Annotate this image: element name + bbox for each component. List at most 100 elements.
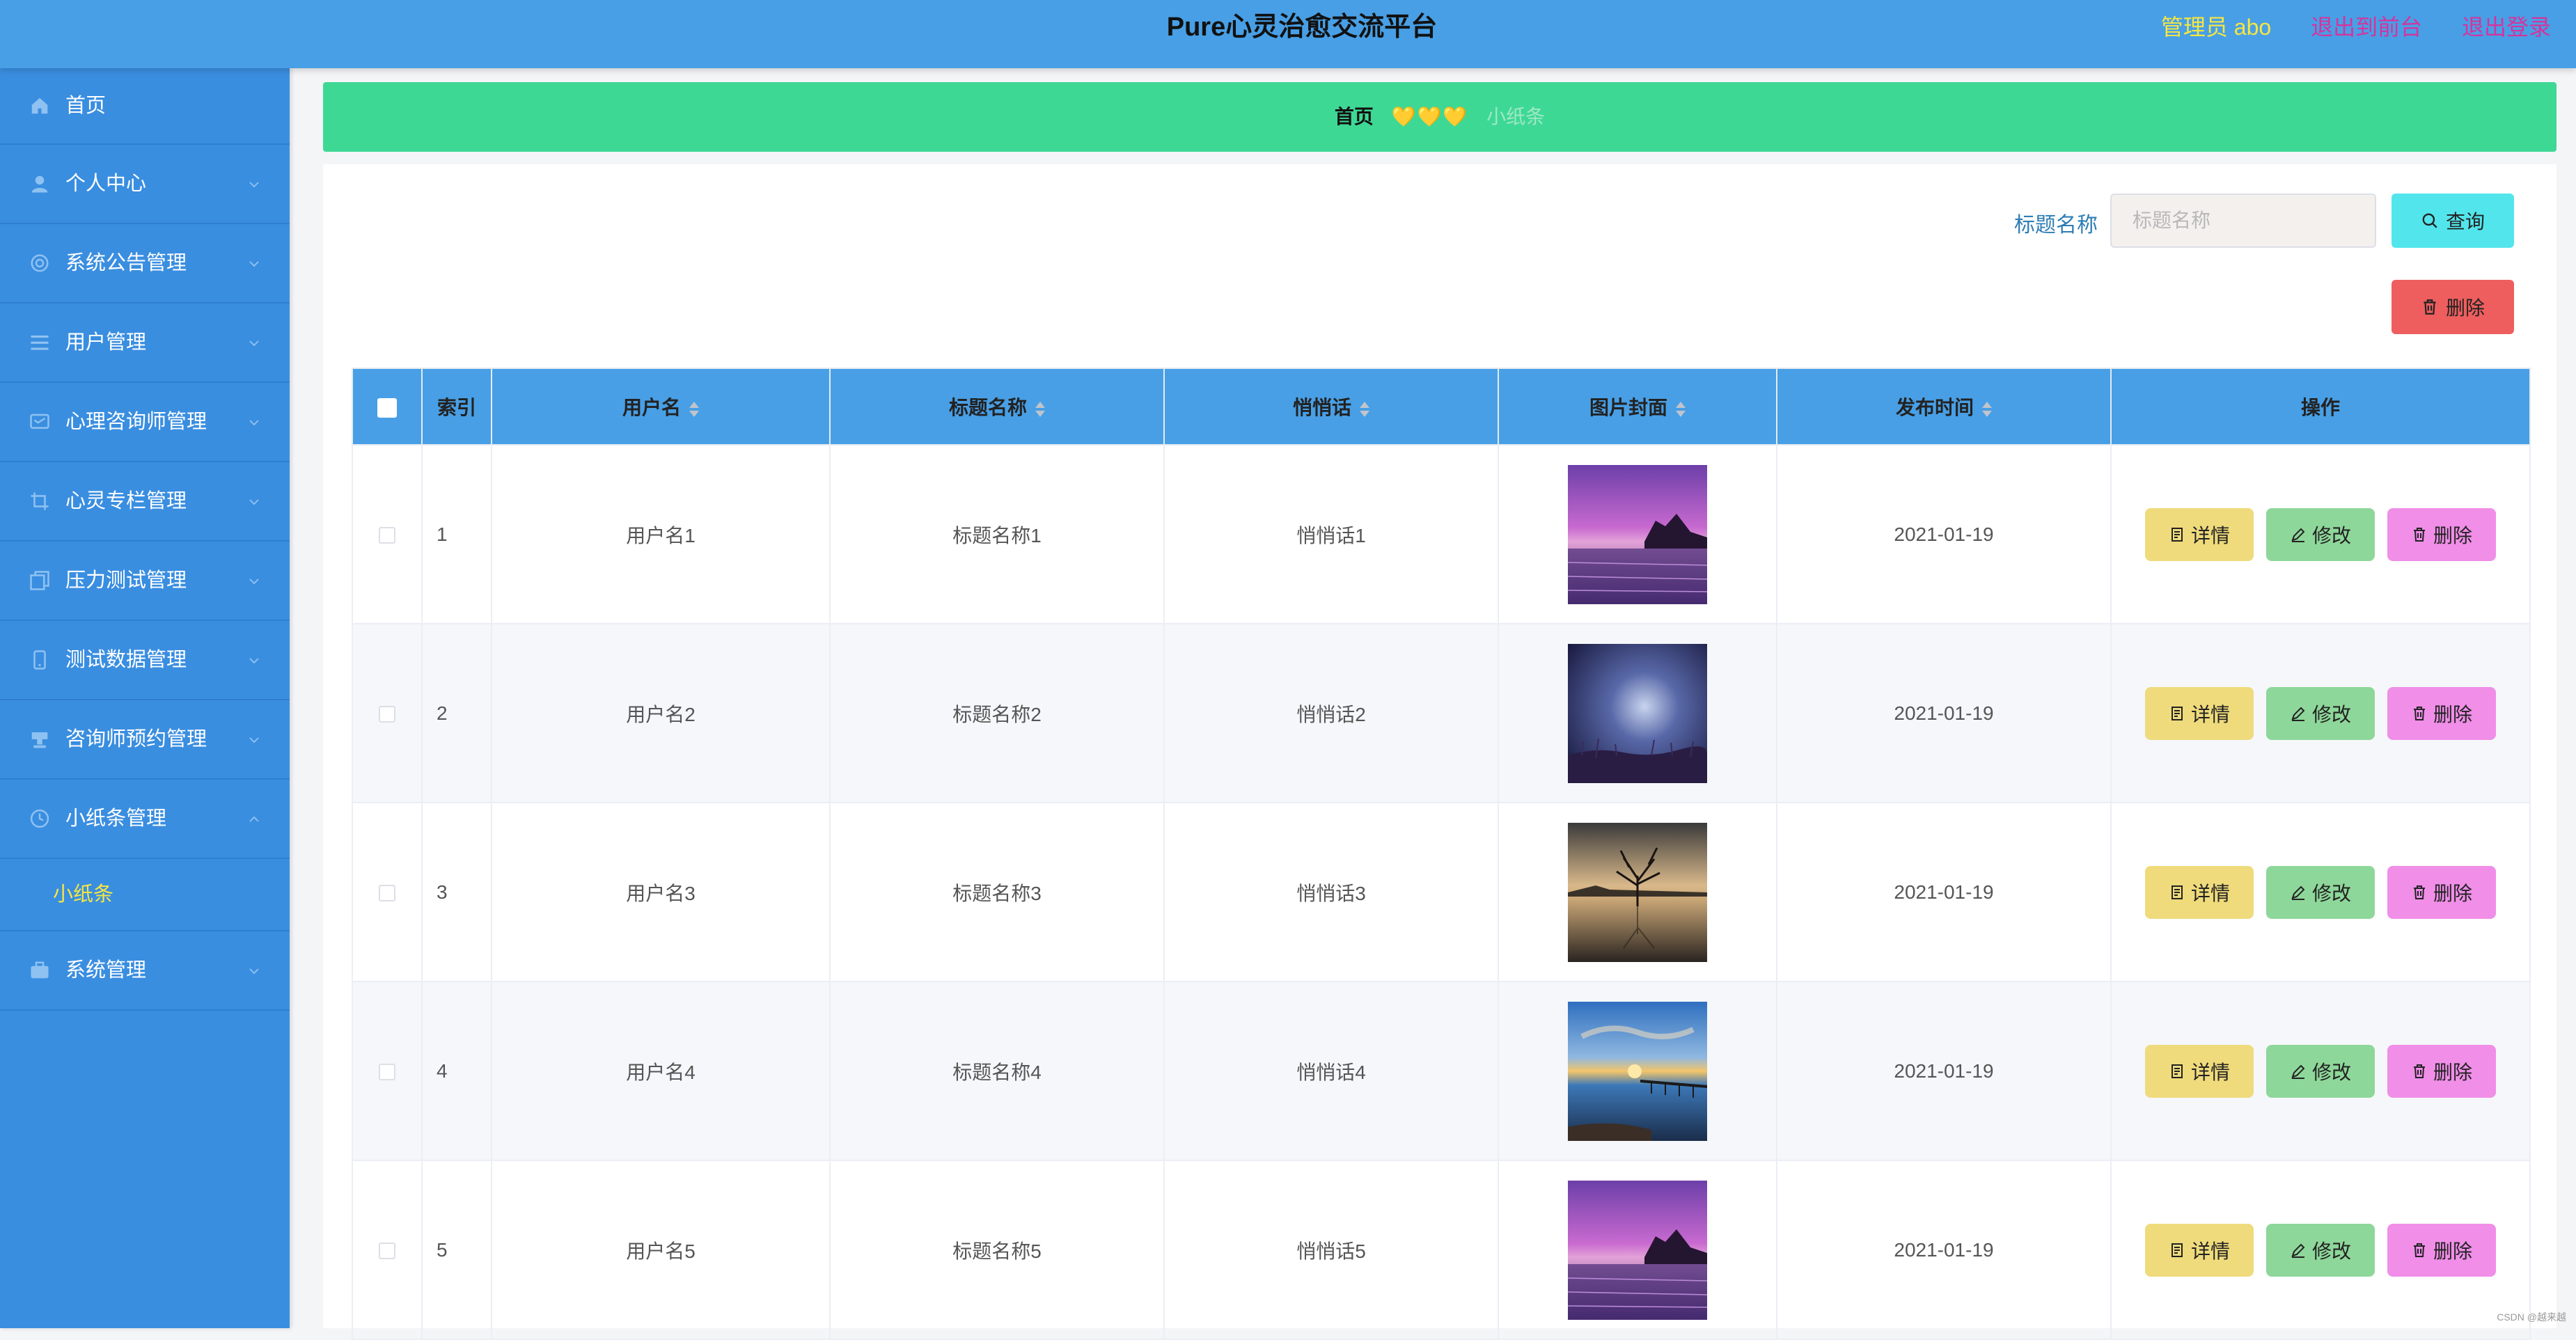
delete-button[interactable]: 删除: [2387, 686, 2496, 740]
cell-ops: 详情 修改 删除: [2110, 802, 2531, 982]
sort-icon[interactable]: [1981, 400, 1992, 418]
row-checkbox[interactable]: [379, 885, 395, 902]
sidebar-item-system[interactable]: 系统管理: [0, 931, 290, 1011]
sidebar-item-label: 首页: [65, 95, 107, 117]
sidebar-item-counselors[interactable]: 心理咨询师管理: [0, 383, 290, 462]
edit-label: 修改: [2311, 703, 2351, 725]
breadcrumb-home[interactable]: 首页: [1335, 106, 1374, 127]
cover-image-lake-tree[interactable]: [1568, 822, 1707, 962]
row-checkbox[interactable]: [379, 706, 395, 723]
document-icon: [2171, 706, 2183, 720]
edit-button[interactable]: 修改: [2266, 1223, 2375, 1277]
delete-button[interactable]: 删除: [2387, 1223, 2496, 1277]
table-row: 5 用户名5 标题名称5 悄悄话5 2021-01-19 详情 修改 删除: [352, 1160, 2531, 1340]
chevron-down-icon: [249, 968, 259, 975]
detail-button[interactable]: 详情: [2145, 507, 2254, 561]
edit-label: 修改: [2311, 1240, 2351, 1262]
logout-link[interactable]: 退出登录: [2462, 15, 2551, 40]
column-header-cover[interactable]: 图片封面: [1498, 368, 1777, 446]
cell-cover: [1498, 444, 1777, 624]
sidebar-item-stress-test[interactable]: 压力测试管理: [0, 542, 290, 621]
query-button-label: 查询: [2445, 211, 2485, 232]
table-header-row: 索引 用户名 标题名称 悄悄话 图片封面 发布时间 操作: [352, 368, 2531, 446]
crop-icon: [31, 492, 49, 510]
column-header-label: 发布时间: [1895, 397, 1974, 418]
cell-cover: [1498, 1160, 1777, 1340]
column-header-whisper[interactable]: 悄悄话: [1163, 368, 1499, 446]
cell-time: 2021-01-19: [1776, 623, 2112, 803]
cover-image-night-sky-meadow[interactable]: [1568, 643, 1707, 783]
delete-button[interactable]: 删除: [2387, 507, 2496, 561]
query-button[interactable]: 查询: [2392, 194, 2514, 248]
detail-button[interactable]: 详情: [2145, 1044, 2254, 1098]
cover-image-sunset-pier[interactable]: [1568, 1001, 1707, 1141]
sidebar-item-label: 测试数据管理: [65, 649, 187, 671]
chevron-down-icon: [249, 340, 259, 347]
edit-button[interactable]: 修改: [2266, 1044, 2375, 1098]
edit-pen-icon: [2291, 528, 2305, 542]
cell-ops: 详情 修改 删除: [2110, 1160, 2531, 1340]
edit-button[interactable]: 修改: [2266, 865, 2375, 919]
cell-ops: 详情 修改 删除: [2110, 444, 2531, 624]
sort-icon[interactable]: [1674, 400, 1686, 418]
select-all-cell: [352, 368, 423, 446]
search-label: 标题名称: [2014, 214, 2098, 237]
document-icon: [2171, 1064, 2183, 1078]
select-all-checkbox[interactable]: [377, 397, 397, 418]
sidebar-subitem-notes[interactable]: 小纸条: [0, 859, 290, 931]
row-checkbox[interactable]: [379, 1064, 395, 1081]
user-icon: [31, 175, 48, 193]
document-icon: [2171, 885, 2183, 899]
edit-button[interactable]: 修改: [2266, 686, 2375, 740]
back-to-front-link[interactable]: 退出到前台: [2311, 15, 2422, 40]
sidebar-item-users[interactable]: 用户管理: [0, 304, 290, 383]
chevron-down-icon: [249, 578, 259, 585]
column-header-title[interactable]: 标题名称: [829, 368, 1165, 446]
sidebar-item-notes[interactable]: 小纸条管理: [0, 780, 290, 859]
cell-title: 标题名称3: [829, 802, 1165, 982]
chevron-up-icon: [249, 816, 259, 822]
sort-icon[interactable]: [1358, 400, 1369, 418]
top-header: Pure心灵治愈交流平台 管理员 abo 退出到前台 退出登录: [0, 0, 2576, 68]
clock-icon: [30, 809, 49, 828]
detail-label: 详情: [2190, 882, 2230, 904]
delete-button[interactable]: 删除: [2387, 1044, 2496, 1098]
trash-icon: [2424, 299, 2436, 315]
row-checkbox[interactable]: [379, 527, 395, 544]
sort-icon[interactable]: [688, 400, 699, 418]
delete-button[interactable]: 删除: [2387, 865, 2496, 919]
column-header-username[interactable]: 用户名: [491, 368, 831, 446]
sidebar-item-appointments[interactable]: 咨询师预约管理: [0, 700, 290, 780]
sort-icon[interactable]: [1034, 400, 1045, 418]
sidebar-item-test-data[interactable]: 测试数据管理: [0, 621, 290, 700]
table-row: 1 用户名1 标题名称1 悄悄话1 2021-01-19 详情 修改 删除: [352, 444, 2531, 624]
sidebar-item-profile[interactable]: 个人中心: [0, 145, 290, 224]
detail-button[interactable]: 详情: [2145, 865, 2254, 919]
column-header-label: 图片封面: [1589, 397, 1667, 418]
detail-button[interactable]: 详情: [2145, 1223, 2254, 1277]
breadcrumb-current: 小纸条: [1486, 106, 1546, 127]
cell-time: 2021-01-19: [1776, 1160, 2112, 1340]
cell-username: 用户名3: [491, 802, 831, 982]
cover-image-purple-sea-rock[interactable]: [1568, 1180, 1707, 1320]
cell-whisper: 悄悄话4: [1163, 981, 1499, 1161]
column-header-label: 悄悄话: [1292, 397, 1351, 418]
batch-delete-button[interactable]: 删除: [2392, 280, 2514, 334]
sidebar-item-announcement[interactable]: 系统公告管理: [0, 224, 290, 304]
row-checkbox[interactable]: [379, 1243, 395, 1260]
cell-index: 3: [421, 802, 492, 982]
detail-button[interactable]: 详情: [2145, 686, 2254, 740]
sidebar-item-column[interactable]: 心灵专栏管理: [0, 462, 290, 542]
column-header-time[interactable]: 发布时间: [1776, 368, 2112, 446]
sidebar-item-home[interactable]: 首页: [0, 68, 290, 145]
delete-label: 删除: [2433, 703, 2472, 725]
breadcrumb: 首页 💛💛💛 小纸条: [323, 82, 2557, 152]
cell-title: 标题名称4: [829, 981, 1165, 1161]
search-input[interactable]: [2110, 194, 2376, 248]
cell-cover: [1498, 623, 1777, 803]
detail-label: 详情: [2190, 1061, 2230, 1083]
cell-ops: 详情 修改 删除: [2110, 623, 2531, 803]
edit-button[interactable]: 修改: [2266, 507, 2375, 561]
cover-image-purple-sea-rock[interactable]: [1568, 464, 1707, 604]
edit-pen-icon: [2291, 707, 2305, 721]
